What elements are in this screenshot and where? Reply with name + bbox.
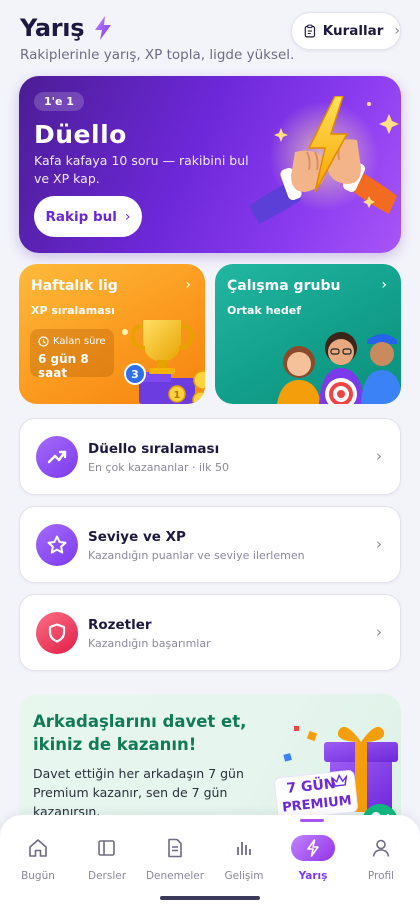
chevron-right-icon: › <box>376 623 382 641</box>
chevron-right-icon: › <box>394 23 400 39</box>
bolt-icon <box>95 16 112 40</box>
duel-ranking-card[interactable]: Düello sıralaması En çok kazananlar · il… <box>19 418 401 495</box>
clipboard-icon <box>304 24 316 38</box>
duel-title: Düello <box>34 120 127 149</box>
tab-lessons[interactable]: Dersler <box>72 835 142 885</box>
page-subtitle: Rakiplerinle yarış, XP topla, ligde yüks… <box>20 47 295 63</box>
duel-description: Kafa kafaya 10 soru — rakibini bul ve XP… <box>34 153 249 186</box>
invite-title: Arkadaşlarını davet et, ikiniz de kazanı… <box>33 712 247 754</box>
user-icon <box>368 835 394 861</box>
league-subtitle: XP sıralaması <box>31 304 115 317</box>
duel-ranking-title: Düello sıralaması <box>88 441 220 457</box>
tab-exams[interactable]: Denemeler <box>140 835 210 885</box>
chevron-right-icon: › <box>185 277 191 293</box>
fist-bump-illustration <box>249 96 399 224</box>
tab-label: Gelişim <box>224 870 264 882</box>
league-title: Haftalık lig <box>31 278 118 294</box>
group-subtitle: Ortak hedef <box>227 304 302 317</box>
trending-up-icon <box>36 436 78 478</box>
book-icon <box>94 835 120 861</box>
page-title: Yarış <box>20 14 85 42</box>
timer-value: 6 gün 8 saat <box>38 352 89 380</box>
tab-label: Denemeler <box>145 870 205 882</box>
chevron-right-icon: › <box>124 208 131 225</box>
tab-progress[interactable]: Gelişim <box>209 835 279 885</box>
badges-subtitle: Kazandığın başarımlar <box>88 637 211 650</box>
clock-icon <box>38 336 49 347</box>
active-tab-indicator <box>300 819 324 822</box>
chevron-right-icon: › <box>376 535 382 553</box>
svg-text:3: 3 <box>131 368 139 381</box>
group-illustration <box>277 332 401 404</box>
chevron-right-icon: › <box>381 277 387 293</box>
document-icon <box>162 835 188 861</box>
find-opponent-label: Rakip bul <box>45 208 117 225</box>
tab-profile[interactable]: Profil <box>346 835 416 885</box>
bar-chart-icon <box>231 835 257 861</box>
tab-label: Bugün <box>21 870 55 882</box>
trophy-illustration: 3 1 <box>122 320 205 404</box>
tab-label: Yarış <box>298 870 328 882</box>
level-xp-card[interactable]: Seviye ve XP Kazandığın puanlar ve seviy… <box>19 506 401 583</box>
invite-card[interactable]: Arkadaşlarını davet et, ikiniz de kazanı… <box>19 694 401 834</box>
svg-text:1: 1 <box>174 390 181 401</box>
duel-badge: 1'e 1 <box>34 92 84 111</box>
chevron-right-icon: › <box>376 447 382 465</box>
tab-today[interactable]: Bugün <box>3 835 73 885</box>
level-xp-title: Seviye ve XP <box>88 529 186 545</box>
level-xp-subtitle: Kazandığın puanlar ve seviye ilerlemen <box>88 549 305 562</box>
tab-race[interactable]: Yarış <box>278 835 348 885</box>
duel-card[interactable]: 1'e 1 Düello Kafa kafaya 10 soru — rakib… <box>19 76 401 253</box>
weekly-league-card[interactable]: Haftalık lig › XP sıralaması Kalan süre … <box>19 264 205 404</box>
group-title: Çalışma grubu <box>227 278 341 294</box>
invite-description: Davet ettiğin her arkadaşın 7 gün Premiu… <box>33 766 244 819</box>
home-indicator <box>160 896 260 900</box>
timer-label: Kalan süre <box>53 336 106 347</box>
title-row: Yarış <box>20 14 114 42</box>
tab-label: Profil <box>367 870 395 882</box>
bottom-tab-bar: Bugün Dersler Denemeler Gelişim Yarış Pr… <box>0 815 420 909</box>
rules-label: Kurallar <box>322 23 384 39</box>
home-icon <box>25 835 51 861</box>
rules-button[interactable]: Kurallar › <box>291 12 401 50</box>
bolt-icon <box>291 835 335 861</box>
duel-ranking-subtitle: En çok kazananlar · ilk 50 <box>88 461 229 474</box>
find-opponent-button[interactable]: Rakip bul › <box>34 196 142 237</box>
league-timer: Kalan süre 6 gün 8 saat <box>30 329 114 380</box>
tab-label: Dersler <box>87 870 127 882</box>
badges-card[interactable]: Rozetler Kazandığın başarımlar › <box>19 594 401 671</box>
header: Yarış Rakiplerinle yarış, XP topla, ligd… <box>0 0 420 70</box>
badges-title: Rozetler <box>88 617 152 633</box>
star-icon <box>36 524 78 566</box>
study-group-card[interactable]: Çalışma grubu › Ortak hedef <box>215 264 401 404</box>
shield-icon <box>36 612 78 654</box>
